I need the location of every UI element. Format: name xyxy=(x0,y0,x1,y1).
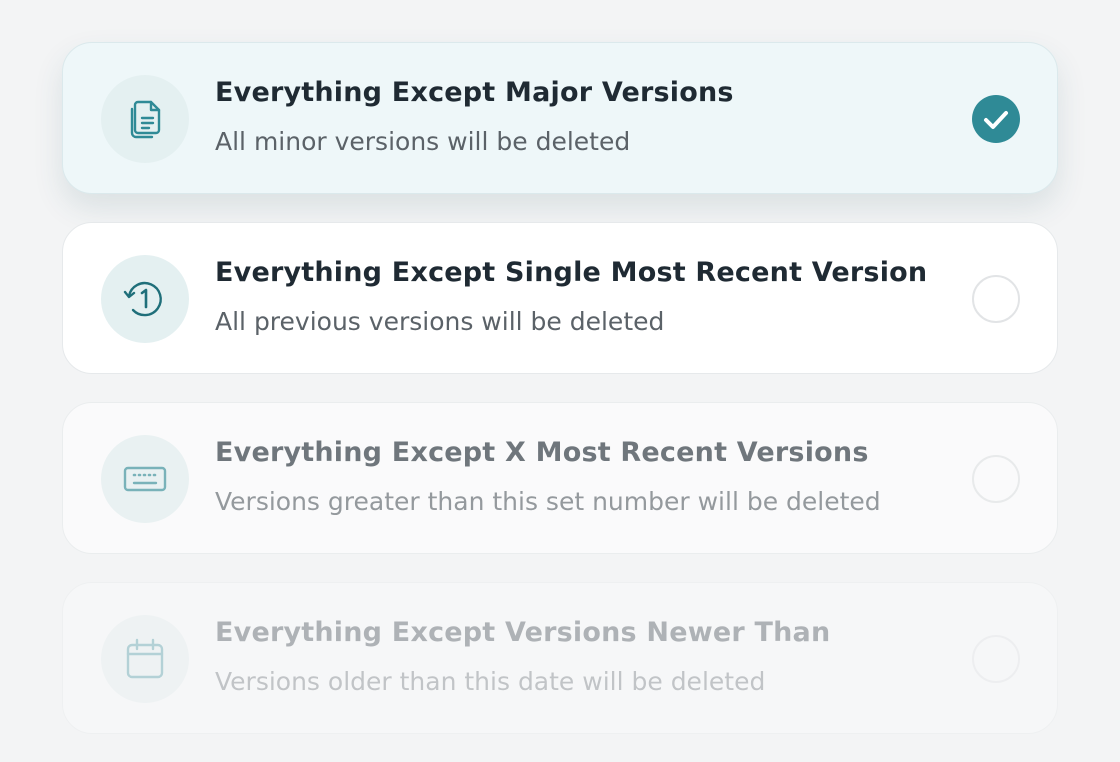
radio-checked-icon[interactable] xyxy=(972,95,1020,143)
version-retention-option-list: Everything Except Major Versions All min… xyxy=(62,42,1058,762)
history-one-icon xyxy=(123,281,162,317)
option-except-x-most-recent[interactable]: Everything Except X Most Recent Versions… xyxy=(62,402,1058,554)
option-icon-badge xyxy=(101,255,189,343)
option-description: All minor versions will be deleted xyxy=(215,127,631,156)
radio-unchecked-icon[interactable] xyxy=(972,275,1020,323)
option-icon-badge xyxy=(101,615,189,703)
option-title: Everything Except Single Most Recent Ver… xyxy=(215,257,928,288)
calendar-icon xyxy=(126,638,164,679)
option-title: Everything Except X Most Recent Versions xyxy=(215,437,869,468)
option-icon-badge xyxy=(101,75,189,163)
option-description: Versions older than this date will be de… xyxy=(215,667,766,696)
option-title: Everything Except Versions Newer Than xyxy=(215,617,831,648)
option-icon-badge xyxy=(101,435,189,523)
radio-unchecked-icon[interactable] xyxy=(972,455,1020,503)
option-except-single-most-recent[interactable]: Everything Except Single Most Recent Ver… xyxy=(62,222,1058,374)
option-description: Versions greater than this set number wi… xyxy=(215,487,881,516)
radio-unchecked-icon[interactable] xyxy=(972,635,1020,683)
documents-icon xyxy=(130,100,161,139)
option-except-newer-than[interactable]: Everything Except Versions Newer Than Ve… xyxy=(62,582,1058,734)
option-except-major-versions[interactable]: Everything Except Major Versions All min… xyxy=(62,42,1058,194)
checkmark-icon xyxy=(984,111,1008,129)
keyboard-icon xyxy=(123,466,167,492)
option-description: All previous versions will be deleted xyxy=(215,307,665,336)
option-title: Everything Except Major Versions xyxy=(215,77,734,108)
